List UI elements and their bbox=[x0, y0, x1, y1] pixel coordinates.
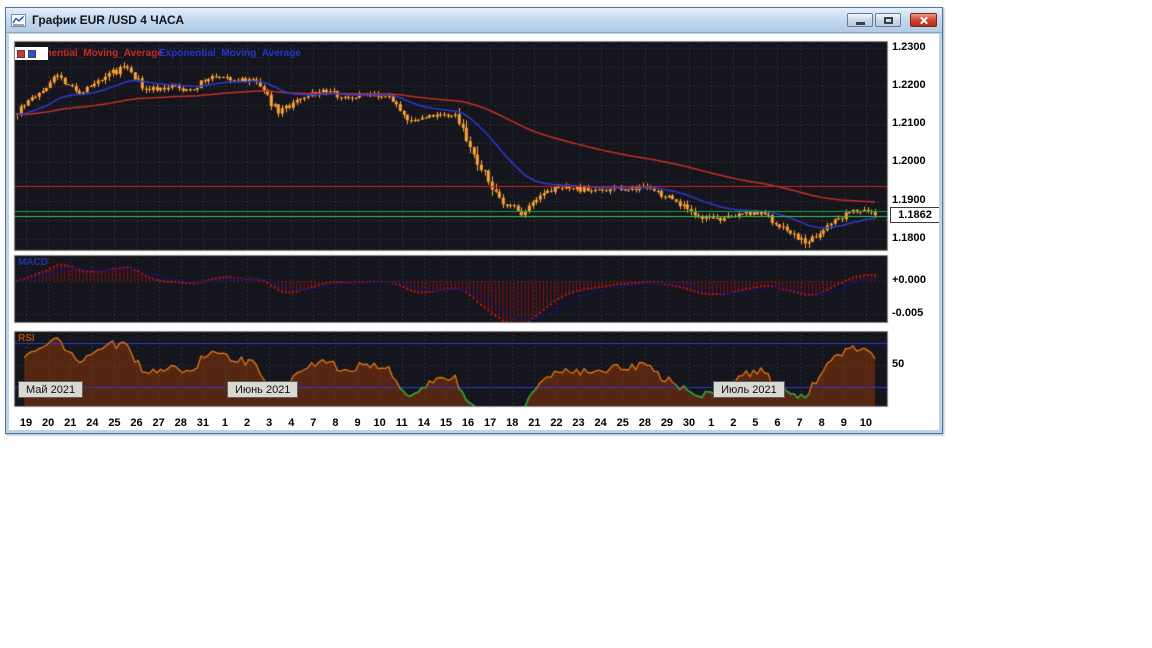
date-tick-label: 1 bbox=[222, 417, 228, 430]
rsi-indicator-label: RSI bbox=[18, 333, 35, 344]
date-tick-label: 3 bbox=[266, 417, 272, 430]
date-tick-label: 23 bbox=[572, 417, 584, 430]
date-tick-label: 2 bbox=[730, 417, 736, 430]
date-tick-label: 29 bbox=[661, 417, 673, 430]
date-tick-label: 27 bbox=[153, 417, 165, 430]
date-tick-label: 10 bbox=[860, 417, 872, 430]
window-titlebar[interactable]: График EUR /USD 4 ЧАСА bbox=[6, 8, 942, 33]
minimize-button[interactable] bbox=[847, 13, 873, 27]
macd-tick-label: +0.000 bbox=[892, 274, 926, 287]
window-title: График EUR /USD 4 ЧАСА bbox=[32, 13, 184, 27]
chart-client-area: Exponential_Moving_Average Exponential_M… bbox=[9, 34, 939, 430]
date-tick-label: 22 bbox=[550, 417, 562, 430]
close-button[interactable] bbox=[910, 13, 937, 27]
date-tick-label: 16 bbox=[462, 417, 474, 430]
date-tick-label: 25 bbox=[617, 417, 629, 430]
date-tick-label: 11 bbox=[396, 417, 408, 430]
month-label: Июль 2021 bbox=[713, 381, 785, 398]
price-tick-label: 1.2300 bbox=[892, 41, 926, 54]
date-tick-label: 24 bbox=[86, 417, 98, 430]
date-tick-label: 28 bbox=[175, 417, 187, 430]
date-tick-label: 24 bbox=[595, 417, 607, 430]
date-tick-label: 8 bbox=[332, 417, 338, 430]
chart-window: График EUR /USD 4 ЧАСА Exponential_Movin… bbox=[5, 7, 943, 434]
date-tick-label: 2 bbox=[244, 417, 250, 430]
date-tick-label: 21 bbox=[64, 417, 76, 430]
date-tick-label: 31 bbox=[197, 417, 209, 430]
minimize-icon bbox=[856, 22, 865, 25]
maximize-icon bbox=[884, 17, 893, 24]
date-tick-label: 5 bbox=[752, 417, 758, 430]
date-tick-label: 19 bbox=[20, 417, 32, 430]
date-tick-label: 17 bbox=[484, 417, 496, 430]
date-tick-label: 25 bbox=[108, 417, 120, 430]
chart-canvas[interactable] bbox=[9, 34, 939, 430]
date-tick-label: 9 bbox=[354, 417, 360, 430]
price-tick-label: 1.1900 bbox=[892, 194, 926, 207]
date-tick-label: 8 bbox=[819, 417, 825, 430]
price-tick-label: 1.2100 bbox=[892, 117, 926, 130]
legend-swatches bbox=[15, 47, 48, 60]
date-tick-label: 15 bbox=[440, 417, 452, 430]
date-tick-label: 4 bbox=[288, 417, 294, 430]
price-tick-label: 1.2200 bbox=[892, 79, 926, 92]
close-icon bbox=[918, 15, 929, 26]
chart-icon bbox=[11, 13, 27, 27]
date-tick-label: 7 bbox=[310, 417, 316, 430]
date-tick-label: 26 bbox=[130, 417, 142, 430]
date-tick-label: 14 bbox=[418, 417, 430, 430]
month-label: Май 2021 bbox=[18, 381, 83, 398]
macd-indicator-label: MACD bbox=[18, 257, 48, 268]
blue-swatch-icon bbox=[28, 50, 36, 58]
macd-tick-label: -0.005 bbox=[892, 307, 923, 320]
price-tick-label: 1.2000 bbox=[892, 155, 926, 168]
date-tick-label: 28 bbox=[639, 417, 651, 430]
date-tick-label: 21 bbox=[528, 417, 540, 430]
red-swatch-icon bbox=[17, 50, 25, 58]
month-label: Июнь 2021 bbox=[227, 381, 299, 398]
date-tick-label: 7 bbox=[796, 417, 802, 430]
date-tick-label: 6 bbox=[774, 417, 780, 430]
price-tick-label: 1.1800 bbox=[892, 232, 926, 245]
date-tick-label: 9 bbox=[841, 417, 847, 430]
window-controls bbox=[845, 13, 937, 27]
ema-legend-blue: Exponential_Moving_Average bbox=[159, 48, 301, 59]
maximize-button[interactable] bbox=[875, 13, 901, 27]
date-tick-label: 20 bbox=[42, 417, 54, 430]
date-tick-label: 18 bbox=[506, 417, 518, 430]
current-price-tag: 1.1862 bbox=[890, 207, 939, 223]
date-tick-label: 1 bbox=[708, 417, 714, 430]
date-tick-label: 30 bbox=[683, 417, 695, 430]
rsi-tick-label: 50 bbox=[892, 358, 904, 371]
date-tick-label: 10 bbox=[374, 417, 386, 430]
